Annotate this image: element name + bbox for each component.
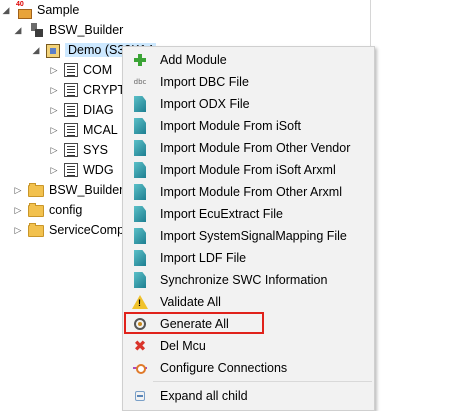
- bsw-builder-icon: [28, 22, 44, 38]
- expand-arrow-icon[interactable]: ▷: [48, 100, 60, 120]
- mcu-chip-icon: [46, 43, 60, 58]
- expand-arrow-icon[interactable]: ▷: [12, 200, 24, 220]
- import-icon: [134, 228, 146, 244]
- tree-node-crypt[interactable]: ▷ CRYPT: [48, 80, 125, 100]
- expand-arrow-icon[interactable]: ▷: [48, 120, 60, 140]
- menu-item-import-isoft[interactable]: Import Module From iSoft: [123, 115, 374, 137]
- tree-node-wdg[interactable]: ▷ WDG: [48, 160, 114, 180]
- tree-node-diag[interactable]: ▷ DIAG: [48, 100, 114, 120]
- right-panel: [371, 0, 468, 411]
- collapse-arrow-icon[interactable]: ◢: [12, 20, 24, 40]
- menu-item-add-module[interactable]: Add Module: [123, 49, 374, 71]
- expand-arrow-icon[interactable]: ▷: [12, 180, 24, 200]
- dbc-icon: dbc: [133, 78, 147, 86]
- import-icon: [134, 118, 146, 134]
- menu-item-del-mcu[interactable]: ✖ Del Mcu: [123, 335, 374, 357]
- import-icon: [134, 272, 146, 288]
- import-icon: [134, 250, 146, 266]
- tree-node-sample[interactable]: ◢ 40 Sample: [0, 0, 79, 20]
- module-list-icon: [64, 163, 78, 177]
- menu-item-import-other-vendor[interactable]: Import Module From Other Vendor: [123, 137, 374, 159]
- tree-node-servicecomp[interactable]: ▷ ServiceComp: [12, 220, 124, 240]
- menu-item-label: Expand all child: [160, 389, 248, 403]
- menu-item-sync-swc[interactable]: Synchronize SWC Information: [123, 269, 374, 291]
- menu-item-expand-all-child[interactable]: Expand all child: [123, 385, 374, 407]
- import-icon: [134, 162, 146, 178]
- delete-icon: ✖: [133, 337, 147, 355]
- menu-item-label: Import LDF File: [160, 251, 247, 265]
- highlight-box: [124, 312, 264, 334]
- menu-item-label: Import Module From Other Arxml: [160, 185, 342, 199]
- menu-item-import-ecuextract[interactable]: Import EcuExtract File: [123, 203, 374, 225]
- module-list-icon: [64, 83, 78, 97]
- tree-node-com[interactable]: ▷ COM: [48, 60, 112, 80]
- menu-item-label: Import ODX File: [160, 97, 250, 111]
- tree-node-label: BSW_Builder: [49, 23, 124, 37]
- context-menu: Add Module dbc Import DBC File Import OD…: [122, 46, 375, 411]
- tree-node-label: DIAG: [83, 103, 114, 117]
- tree-node-bsw-builder[interactable]: ◢ BSW_Builder: [12, 20, 123, 40]
- import-icon: [134, 140, 146, 156]
- menu-item-import-other-arxml[interactable]: Import Module From Other Arxml: [123, 181, 374, 203]
- expand-arrow-icon[interactable]: ▷: [48, 60, 60, 80]
- expand-arrow-icon[interactable]: ▷: [48, 160, 60, 180]
- folder-icon: [28, 183, 44, 197]
- expand-icon: [132, 388, 148, 404]
- folder-icon: [28, 203, 44, 217]
- menu-item-label: Import SystemSignalMapping File: [160, 229, 347, 243]
- menu-item-import-isoft-arxml[interactable]: Import Module From iSoft Arxml: [123, 159, 374, 181]
- tree-node-label: COM: [83, 63, 113, 77]
- tree-node-bsw-builder-folder[interactable]: ▷ BSW_Builder: [12, 180, 123, 200]
- tree-node-sys[interactable]: ▷ SYS: [48, 140, 108, 160]
- module-list-icon: [64, 123, 78, 137]
- tree-node-label: Sample: [37, 3, 80, 17]
- expand-arrow-icon[interactable]: ▷: [48, 140, 60, 160]
- connections-icon: [132, 360, 148, 376]
- import-icon: [134, 96, 146, 112]
- module-list-icon: [64, 143, 78, 157]
- import-icon: [134, 206, 146, 222]
- tree-node-label: WDG: [83, 163, 114, 177]
- menu-item-label: Import DBC File: [160, 75, 249, 89]
- menu-item-label: Validate All: [160, 295, 221, 309]
- collapse-arrow-icon[interactable]: ◢: [0, 0, 12, 20]
- menu-item-label: Add Module: [160, 53, 227, 67]
- tree-node-label: CRYPT: [83, 83, 126, 97]
- import-icon: [134, 184, 146, 200]
- tree-node-label: SYS: [83, 143, 109, 157]
- add-icon: [132, 52, 148, 68]
- menu-item-label: Del Mcu: [160, 339, 206, 353]
- menu-item-label: Import Module From iSoft: [160, 119, 302, 133]
- menu-item-import-odx[interactable]: Import ODX File: [123, 93, 374, 115]
- menu-item-label: Import Module From iSoft Arxml: [160, 163, 336, 177]
- tree-node-label: BSW_Builder: [49, 183, 124, 197]
- menu-item-label: Synchronize SWC Information: [160, 273, 328, 287]
- menu-item-validate-all[interactable]: ! Validate All: [123, 291, 374, 313]
- collapse-arrow-icon[interactable]: ◢: [30, 40, 42, 60]
- menu-item-import-dbc[interactable]: dbc Import DBC File: [123, 71, 374, 93]
- expand-arrow-icon[interactable]: ▷: [48, 80, 60, 100]
- tree-node-label: config: [49, 203, 83, 217]
- tree-node-mcal[interactable]: ▷ MCAL: [48, 120, 118, 140]
- menu-item-import-signal-mapping[interactable]: Import SystemSignalMapping File: [123, 225, 374, 247]
- warning-glyph: !: [138, 298, 141, 308]
- expand-arrow-icon[interactable]: ▷: [12, 220, 24, 240]
- menu-item-label: Configure Connections: [160, 361, 288, 375]
- menu-separator: [153, 381, 372, 382]
- menu-item-import-ldf[interactable]: Import LDF File: [123, 247, 374, 269]
- project-icon: 40: [16, 1, 32, 19]
- tree-node-config[interactable]: ▷ config: [12, 200, 82, 220]
- tree-node-label: MCAL: [83, 123, 118, 137]
- warning-icon: !: [132, 295, 148, 309]
- menu-item-configure-connections[interactable]: Configure Connections: [123, 357, 374, 379]
- module-list-icon: [64, 103, 78, 117]
- menu-item-label: Import Module From Other Vendor: [160, 141, 351, 155]
- folder-icon: [28, 223, 44, 237]
- module-list-icon: [64, 63, 78, 77]
- menu-item-label: Import EcuExtract File: [160, 207, 283, 221]
- tree-node-label: ServiceComp: [49, 223, 125, 237]
